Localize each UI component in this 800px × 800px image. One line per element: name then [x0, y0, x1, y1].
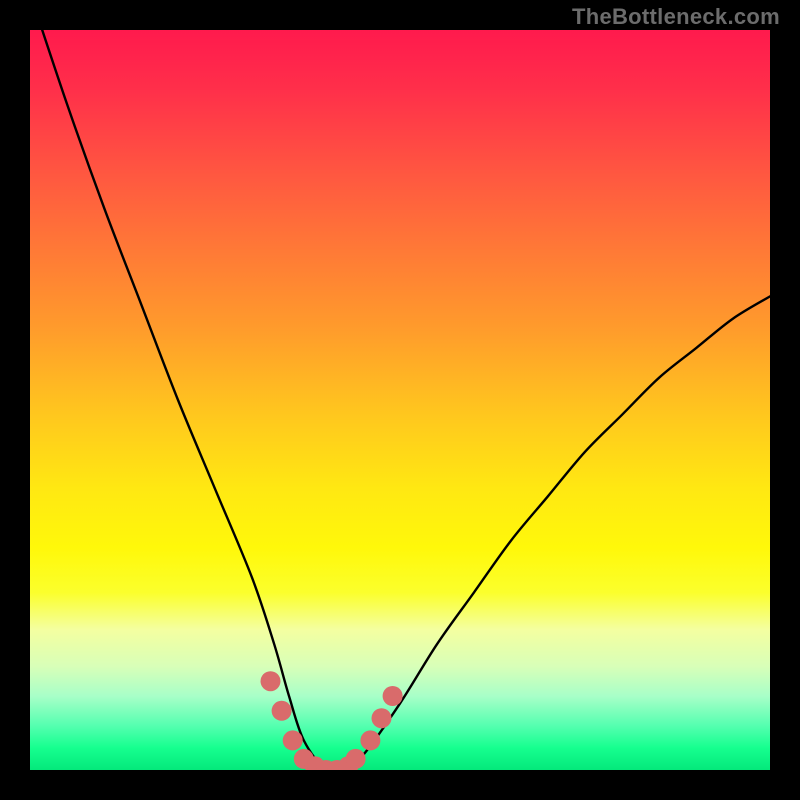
chart-plot-area: [30, 30, 770, 770]
highlight-point: [360, 730, 380, 750]
chart-overlay: [30, 30, 770, 770]
highlight-point: [283, 730, 303, 750]
highlight-point: [383, 686, 403, 706]
bottleneck-curve: [30, 30, 770, 770]
highlight-point: [261, 671, 281, 691]
watermark-text: TheBottleneck.com: [572, 4, 780, 30]
chart-frame: TheBottleneck.com: [0, 0, 800, 800]
highlight-point: [346, 749, 366, 769]
highlight-markers: [261, 671, 403, 770]
highlight-point: [272, 701, 292, 721]
highlight-point: [372, 708, 392, 728]
